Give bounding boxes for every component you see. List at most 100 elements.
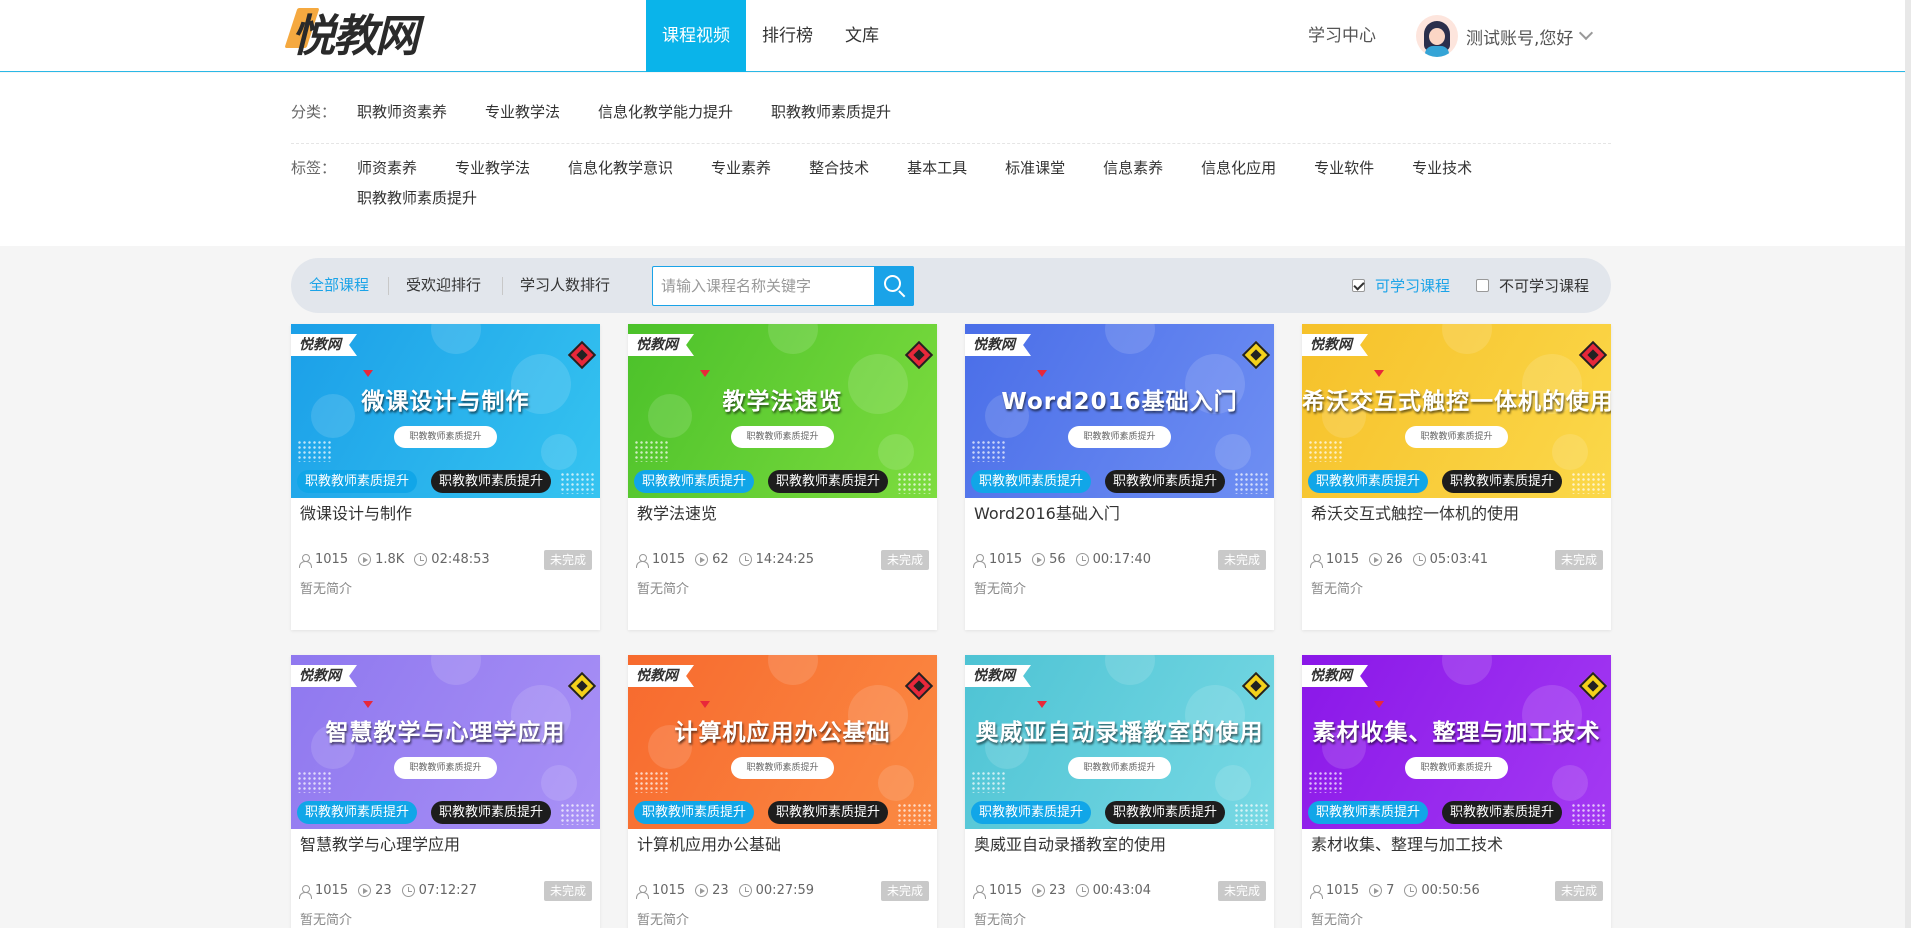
tag-item[interactable]: 基本工具 (907, 153, 967, 183)
learner-count: 1015 (652, 552, 686, 567)
course-card[interactable]: 悦教网 希沃交互式触控一体机的使用 职教教师素质提升 职教教师素质提升 职教教师… (1302, 324, 1611, 630)
checkbox-unchecked[interactable] (1476, 279, 1489, 292)
category-item[interactable]: 专业教学法 (485, 97, 560, 127)
sort-separator (388, 277, 389, 295)
course-tag[interactable]: 职教教师素质提升 (768, 801, 889, 824)
nav-course-videos[interactable]: 课程视频 (646, 0, 746, 72)
course-card[interactable]: 悦教网 素材收集、整理与加工技术 职教教师素质提升 职教教师素质提升 职教教师素… (1302, 655, 1611, 928)
tag-item[interactable]: 标准课堂 (1005, 153, 1065, 183)
tag-item[interactable]: 信息化应用 (1201, 153, 1276, 183)
site-logo[interactable]: 悦教网 (284, 8, 421, 66)
thumb-title: 智慧教学与心理学应用 (325, 720, 566, 746)
study-center-link[interactable]: 学习中心 (1308, 0, 1376, 72)
course-tag[interactable]: 职教教师素质提升 (1105, 801, 1226, 824)
tag-item[interactable]: 专业技术 (1412, 153, 1472, 183)
course-card[interactable]: 悦教网 微课设计与制作 职教教师素质提升 职教教师素质提升 职教教师素质提升 微… (291, 324, 600, 630)
thumb-title: 希沃交互式触控一体机的使用 (1302, 389, 1611, 415)
checkbox-checked[interactable] (1352, 279, 1365, 292)
thumb-logo: 悦教网 (1302, 665, 1368, 687)
course-title[interactable]: 素材收集、整理与加工技术 (1311, 831, 1503, 855)
nav-rankings[interactable]: 排行榜 (746, 0, 829, 72)
course-title[interactable]: 教学法速览 (637, 500, 717, 524)
thumb-title: Word2016基础入门 (1001, 389, 1238, 415)
course-tag[interactable]: 职教教师素质提升 (971, 470, 1092, 493)
clock-icon (1412, 553, 1426, 566)
course-tag[interactable]: 职教教师素质提升 (1105, 470, 1226, 493)
main-nav: 课程视频 排行榜 文库 (646, 0, 895, 72)
course-tag[interactable]: 职教教师素质提升 (634, 801, 755, 824)
page-scrollbar[interactable] (1905, 0, 1911, 928)
course-thumbnail[interactable]: 悦教网 Word2016基础入门 职教教师素质提升 职教教师素质提升 职教教师素… (965, 324, 1274, 498)
filter-divider (291, 143, 1611, 144)
course-tag[interactable]: 职教教师素质提升 (431, 470, 552, 493)
tag-item[interactable]: 信息素养 (1103, 153, 1163, 183)
filter-available-courses[interactable]: 可学习课程 (1352, 258, 1450, 313)
learner-count: 1015 (315, 883, 349, 898)
play-count: 26 (1386, 552, 1403, 567)
course-thumbnail[interactable]: 悦教网 奥威亚自动录播教室的使用 职教教师素质提升 职教教师素质提升 职教教师素… (965, 655, 1274, 829)
tag-item[interactable]: 专业教学法 (455, 153, 530, 183)
course-thumbnail[interactable]: 悦教网 微课设计与制作 职教教师素质提升 职教教师素质提升 职教教师素质提升 (291, 324, 600, 498)
course-title[interactable]: 计算机应用办公基础 (637, 831, 781, 855)
diamond-icon (1578, 671, 1608, 701)
course-card[interactable]: 悦教网 智慧教学与心理学应用 职教教师素质提升 职教教师素质提升 职教教师素质提… (291, 655, 600, 928)
course-tag[interactable]: 职教教师素质提升 (1442, 801, 1563, 824)
category-row: 分类： 职教师资素养 专业教学法 信息化教学能力提升 职教教师素质提升 (291, 97, 1597, 127)
thumb-logo: 悦教网 (291, 665, 357, 687)
course-thumbnail[interactable]: 悦教网 计算机应用办公基础 职教教师素质提升 职教教师素质提升 职教教师素质提升 (628, 655, 937, 829)
course-title[interactable]: 微课设计与制作 (300, 500, 412, 524)
course-title[interactable]: 奥威亚自动录播教室的使用 (974, 831, 1166, 855)
course-tag[interactable]: 职教教师素质提升 (297, 801, 418, 824)
search-button[interactable] (874, 266, 914, 306)
learner-count: 1015 (315, 552, 349, 567)
play-count: 23 (1049, 883, 1066, 898)
course-title[interactable]: 希沃交互式触控一体机的使用 (1311, 500, 1519, 524)
clock-icon (401, 884, 415, 897)
play-count: 62 (712, 552, 729, 567)
thumb-logo: 悦教网 (628, 665, 694, 687)
course-tag[interactable]: 职教教师素质提升 (1308, 470, 1429, 493)
play-count: 7 (1386, 883, 1395, 898)
course-card[interactable]: 悦教网 计算机应用办公基础 职教教师素质提升 职教教师素质提升 职教教师素质提升… (628, 655, 937, 928)
course-thumbnail[interactable]: 悦教网 素材收集、整理与加工技术 职教教师素质提升 职教教师素质提升 职教教师素… (1302, 655, 1611, 829)
course-description: 暂无简介 (300, 582, 353, 597)
sort-all-courses[interactable]: 全部课程 (309, 258, 369, 313)
course-tag[interactable]: 职教教师素质提升 (634, 470, 755, 493)
tag-item[interactable]: 师资素养 (357, 153, 417, 183)
search-input[interactable] (653, 267, 875, 305)
course-tag[interactable]: 职教教师素质提升 (1308, 801, 1429, 824)
diamond-icon (904, 671, 934, 701)
category-item[interactable]: 职教师资素养 (357, 97, 447, 127)
tag-item[interactable]: 专业素养 (711, 153, 771, 183)
course-tag[interactable]: 职教教师素质提升 (1442, 470, 1563, 493)
course-description: 暂无简介 (637, 582, 690, 597)
category-item[interactable]: 职教教师素质提升 (771, 97, 891, 127)
course-description: 暂无简介 (300, 913, 353, 928)
sort-learners[interactable]: 学习人数排行 (520, 258, 610, 313)
user-icon (972, 553, 986, 568)
tag-item[interactable]: 专业软件 (1314, 153, 1374, 183)
tag-item[interactable]: 职教教师素质提升 (357, 183, 477, 213)
course-card[interactable]: 悦教网 Word2016基础入门 职教教师素质提升 职教教师素质提升 职教教师素… (965, 324, 1274, 630)
course-tag[interactable]: 职教教师素质提升 (971, 801, 1092, 824)
nav-library[interactable]: 文库 (829, 0, 895, 72)
user-menu[interactable]: 测试账号,您好 (1416, 12, 1594, 60)
course-tag[interactable]: 职教教师素质提升 (297, 470, 418, 493)
course-tag[interactable]: 职教教师素质提升 (768, 470, 889, 493)
course-title[interactable]: Word2016基础入门 (974, 500, 1120, 524)
learner-count: 1015 (1326, 883, 1360, 898)
thumb-category-pill: 职教教师素质提升 (1068, 757, 1171, 779)
course-thumbnail[interactable]: 悦教网 希沃交互式触控一体机的使用 职教教师素质提升 职教教师素质提升 职教教师… (1302, 324, 1611, 498)
sort-popular[interactable]: 受欢迎排行 (406, 258, 481, 313)
course-card[interactable]: 悦教网 奥威亚自动录播教室的使用 职教教师素质提升 职教教师素质提升 职教教师素… (965, 655, 1274, 928)
course-thumbnail[interactable]: 悦教网 教学法速览 职教教师素质提升 职教教师素质提升 职教教师素质提升 (628, 324, 937, 498)
course-title[interactable]: 智慧教学与心理学应用 (300, 831, 460, 855)
course-thumbnail[interactable]: 悦教网 智慧教学与心理学应用 职教教师素质提升 职教教师素质提升 职教教师素质提… (291, 655, 600, 829)
course-tag[interactable]: 职教教师素质提升 (431, 801, 552, 824)
tag-item[interactable]: 整合技术 (809, 153, 869, 183)
category-item[interactable]: 信息化教学能力提升 (598, 97, 733, 127)
filter-unavailable-courses[interactable]: 不可学习课程 (1476, 258, 1589, 313)
course-description: 暂无简介 (974, 582, 1027, 597)
tag-item[interactable]: 信息化教学意识 (568, 153, 673, 183)
course-card[interactable]: 悦教网 教学法速览 职教教师素质提升 职教教师素质提升 职教教师素质提升 教学法… (628, 324, 937, 630)
